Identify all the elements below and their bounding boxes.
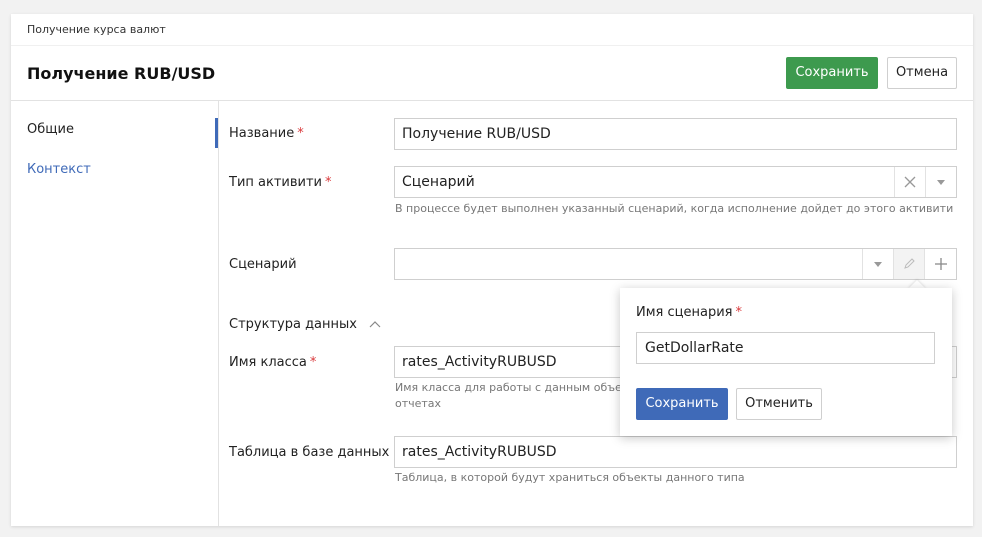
new-scenario-popup: Имя сценария * GetDollarRate Сохранить От…: [620, 288, 952, 436]
name-label: Название *: [229, 126, 304, 141]
cancel-button[interactable]: Отмена: [887, 57, 957, 89]
clear-icon[interactable]: [894, 167, 925, 197]
page-card: Получение курса валют Получение RUB/USD …: [11, 14, 973, 526]
class-name-label: Имя класса *: [229, 355, 317, 370]
chevron-up-icon: [369, 321, 381, 328]
sidebar-item-context[interactable]: Контекст: [27, 162, 91, 177]
popup-save-button[interactable]: Сохранить: [636, 388, 728, 420]
activity-type-hint: В процессе будет выполнен указанный сцен…: [395, 202, 954, 215]
scenario-name-input[interactable]: GetDollarRate: [636, 332, 935, 364]
breadcrumb[interactable]: Получение курса валют: [27, 23, 166, 36]
chevron-down-icon[interactable]: [925, 167, 956, 197]
db-table-input[interactable]: rates_ActivityRUBUSD: [394, 436, 957, 468]
class-name-hint-line1: Имя класса для работы с данным объек: [395, 381, 629, 394]
popup-cancel-button[interactable]: Отменить: [736, 388, 822, 420]
sidebar-item-general[interactable]: Общие: [27, 122, 74, 137]
class-name-hint-line2: отчетах: [395, 397, 442, 410]
edit-pencil-icon[interactable]: [893, 249, 924, 279]
activity-type-select[interactable]: Сценарий: [394, 166, 957, 198]
chevron-down-icon[interactable]: [862, 249, 893, 279]
required-mark: *: [735, 305, 742, 320]
plus-icon[interactable]: [924, 249, 956, 279]
scenario-label: Сценарий: [229, 257, 297, 272]
required-mark: *: [297, 126, 304, 141]
db-table-hint: Таблица, в которой будут храниться объек…: [395, 471, 745, 484]
sidebar: Общие Контекст: [11, 101, 219, 526]
scenario-name-label: Имя сценария *: [636, 305, 742, 320]
scenario-select[interactable]: [394, 248, 957, 280]
db-table-label: Таблица в базе данных: [229, 445, 390, 460]
name-input[interactable]: Получение RUB/USD: [394, 118, 957, 150]
required-mark: *: [325, 175, 332, 190]
activity-type-label: Тип активити *: [229, 175, 332, 190]
active-section-indicator: [215, 118, 218, 148]
page-title: Получение RUB/USD: [27, 64, 216, 83]
page-header: Получение RUB/USD Сохранить Отмена: [11, 45, 973, 101]
required-mark: *: [309, 355, 317, 370]
save-button[interactable]: Сохранить: [786, 57, 878, 89]
activity-type-value: Сценарий: [402, 174, 475, 190]
data-structure-toggle[interactable]: Структура данных: [229, 317, 381, 332]
